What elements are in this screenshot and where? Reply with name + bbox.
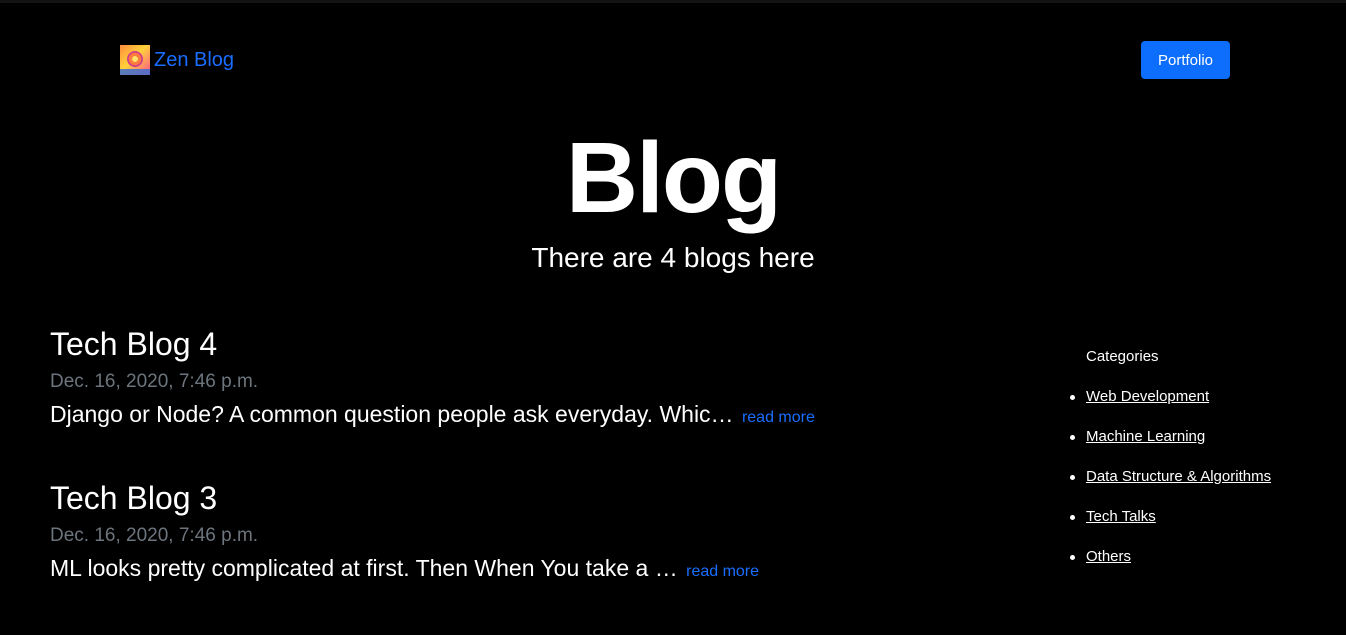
category-list: Web Development Machine Learning Data St…	[1070, 386, 1326, 586]
post-item: Tech Blog 3 Dec. 16, 2020, 7:46 p.m. ML …	[50, 476, 970, 630]
category-item: Machine Learning	[1070, 426, 1326, 466]
brand-link[interactable]: Zen Blog	[120, 44, 234, 76]
post-date: Dec. 16, 2020, 7:46 p.m.	[50, 525, 259, 546]
portfolio-button[interactable]: Portfolio	[1141, 41, 1230, 79]
category-item: Others	[1070, 546, 1326, 586]
read-more-link[interactable]: read more	[686, 563, 759, 580]
category-link-machine-learning[interactable]: Machine Learning	[1086, 428, 1205, 445]
post-excerpt-text: Django or Node? A common question people…	[50, 401, 734, 427]
brand-name: Zen Blog	[154, 49, 235, 71]
category-item: Data Structure & Algorithms	[1070, 466, 1326, 506]
post-title: Tech Blog 4	[50, 326, 218, 362]
category-link-web-development[interactable]: Web Development	[1086, 388, 1209, 405]
categories-heading: Categories	[1086, 348, 1159, 365]
post-item: Tech Blog 4 Dec. 16, 2020, 7:46 p.m. Dja…	[50, 322, 970, 476]
page-title: Blog	[565, 122, 782, 234]
category-link-others[interactable]: Others	[1086, 548, 1131, 565]
read-more-link[interactable]: read more	[742, 409, 815, 426]
category-link-dsa[interactable]: Data Structure & Algorithms	[1086, 468, 1271, 485]
post-excerpt: Django or Node? A common question people…	[50, 398, 970, 434]
category-item: Web Development	[1070, 386, 1326, 426]
blog-count-subtitle: There are 4 blogs here	[531, 242, 815, 273]
top-border	[0, 0, 1346, 3]
categories-sidebar: Categories Web Development Machine Learn…	[1070, 346, 1326, 586]
post-title: Tech Blog 3	[50, 480, 218, 516]
post-date: Dec. 16, 2020, 7:46 p.m.	[50, 371, 259, 392]
category-link-tech-talks[interactable]: Tech Talks	[1086, 508, 1156, 525]
post-excerpt-text: ML looks pretty complicated at first. Th…	[50, 555, 678, 581]
post-excerpt: ML looks pretty complicated at first. Th…	[50, 552, 970, 588]
post-list: Tech Blog 4 Dec. 16, 2020, 7:46 p.m. Dja…	[50, 322, 970, 630]
category-item: Tech Talks	[1070, 506, 1326, 546]
brand-logo-icon	[120, 45, 150, 75]
